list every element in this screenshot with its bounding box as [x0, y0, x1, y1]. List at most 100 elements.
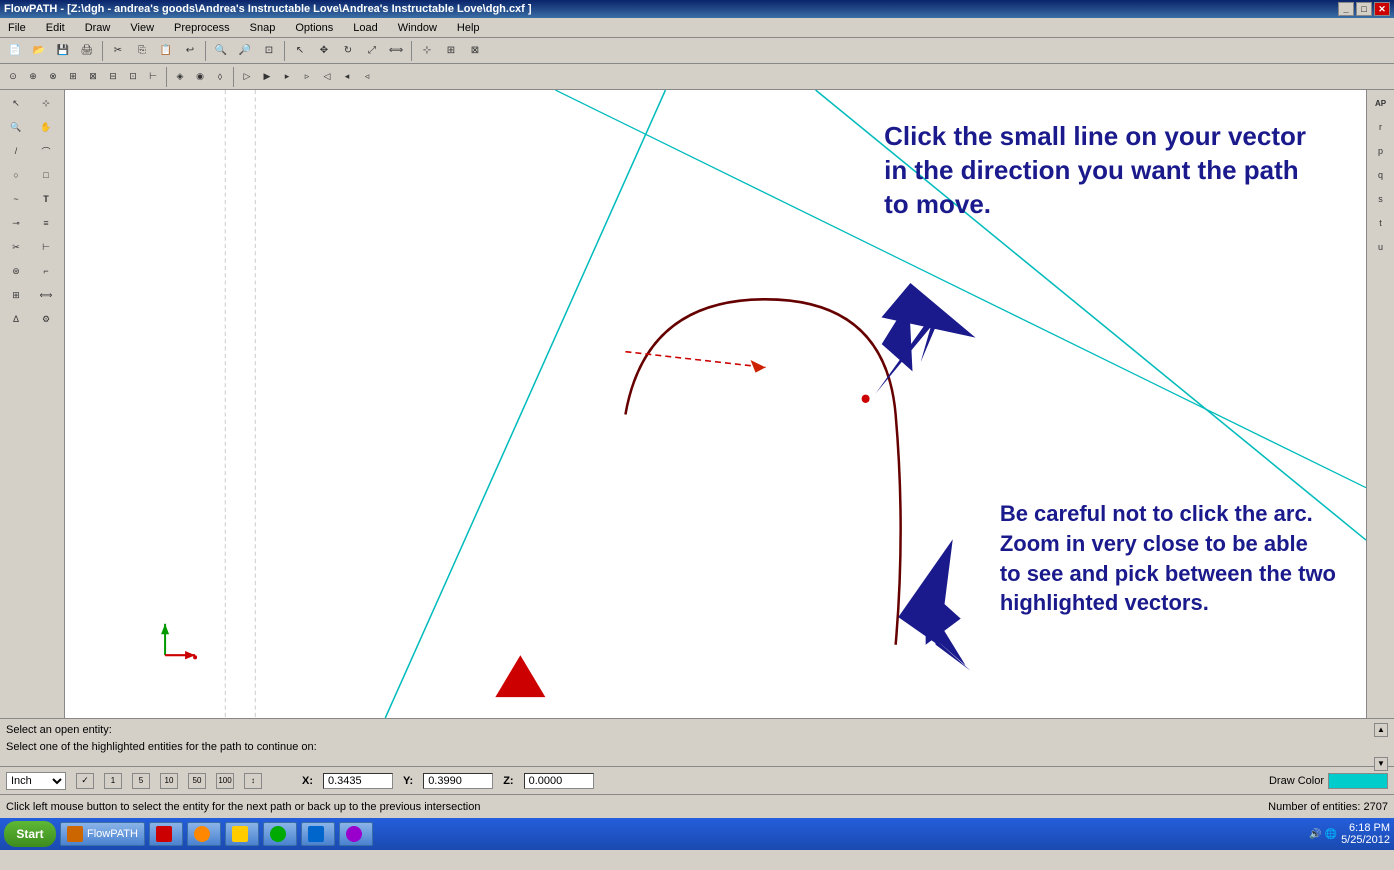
tb-tool3[interactable]: ⊠: [464, 40, 486, 62]
tool-array[interactable]: ⊞: [2, 284, 30, 306]
snap-insert[interactable]: ◉: [191, 66, 209, 88]
rotate-button[interactable]: ↻: [337, 40, 359, 62]
tb2-tool3[interactable]: ▸: [278, 66, 296, 88]
taskbar-flowpath[interactable]: FlowPATH: [60, 822, 145, 846]
tool-zoom[interactable]: 🔍: [2, 116, 30, 138]
tool-circle[interactable]: ○: [2, 164, 30, 186]
snap-50[interactable]: 50: [188, 773, 206, 789]
taskbar-app4[interactable]: [225, 822, 259, 846]
menu-load[interactable]: Load: [349, 20, 381, 36]
canvas-area[interactable]: Click the small line on your vector in t…: [65, 90, 1366, 718]
paste-button[interactable]: 📋: [155, 40, 177, 62]
mirror-button[interactable]: ⟺: [385, 40, 407, 62]
snap-1[interactable]: 1: [104, 773, 122, 789]
snap-perpend[interactable]: ⊢: [144, 66, 162, 88]
start-button[interactable]: Start: [4, 821, 56, 847]
tool-rect[interactable]: □: [32, 164, 60, 186]
tool-mirror[interactable]: ⟺: [32, 284, 60, 306]
tb2-tool5[interactable]: ◁: [318, 66, 336, 88]
snap-arrow[interactable]: ↕: [244, 773, 262, 789]
tb-tool2[interactable]: ⊞: [440, 40, 462, 62]
tool-t[interactable]: Δ: [2, 308, 30, 330]
rs-s[interactable]: s: [1367, 188, 1394, 210]
save-button[interactable]: 💾: [52, 40, 74, 62]
menu-draw[interactable]: Draw: [81, 20, 115, 36]
snap-grid[interactable]: ⊞: [64, 66, 82, 88]
snap-endpoint[interactable]: ⊙: [4, 66, 22, 88]
menu-file[interactable]: File: [4, 20, 30, 36]
taskbar-app6[interactable]: [301, 822, 335, 846]
tool-node[interactable]: ⊹: [32, 92, 60, 114]
tb-tool1[interactable]: ⊹: [416, 40, 438, 62]
tb2-tool4[interactable]: ▹: [298, 66, 316, 88]
zoom-in-button[interactable]: 🔍: [210, 40, 232, 62]
menu-snap[interactable]: Snap: [246, 20, 280, 36]
snap-5[interactable]: 5: [132, 773, 150, 789]
undo-button[interactable]: ↩: [179, 40, 201, 62]
tool-attr[interactable]: ⚙: [32, 308, 60, 330]
side-row-1: ↖ ⊹: [2, 92, 62, 114]
zoom-fit-button[interactable]: ⊡: [258, 40, 280, 62]
snap-intersect[interactable]: ⊠: [84, 66, 102, 88]
snap-midpoint[interactable]: ⊕: [24, 66, 42, 88]
rs-q[interactable]: q: [1367, 164, 1394, 186]
tool-select[interactable]: ↖: [2, 92, 30, 114]
rs-t[interactable]: t: [1367, 212, 1394, 234]
minimize-button[interactable]: _: [1338, 2, 1354, 16]
tool-arc[interactable]: ⌒: [32, 140, 60, 162]
menu-help[interactable]: Help: [453, 20, 484, 36]
select-button[interactable]: ↖: [289, 40, 311, 62]
snap-node[interactable]: ◊: [211, 66, 229, 88]
print-button[interactable]: 🖨: [76, 40, 98, 62]
menu-preprocess[interactable]: Preprocess: [170, 20, 234, 36]
move-button[interactable]: ✥: [313, 40, 335, 62]
tool-hatch[interactable]: ≡: [32, 212, 60, 234]
snap-check[interactable]: ✓: [76, 773, 94, 789]
snap-center[interactable]: ⊗: [44, 66, 62, 88]
snap-100[interactable]: 100: [216, 773, 234, 789]
rs-ap[interactable]: AP: [1367, 92, 1394, 114]
unit-select[interactable]: Inch mm cm: [6, 772, 66, 790]
tool-offset[interactable]: ⊛: [2, 260, 30, 282]
rs-u[interactable]: u: [1367, 236, 1394, 258]
tool-line[interactable]: /: [2, 140, 30, 162]
tb2-tool2[interactable]: ▶: [258, 66, 276, 88]
copy-button[interactable]: ⎘: [131, 40, 153, 62]
new-button[interactable]: 📄: [4, 40, 26, 62]
cut-button[interactable]: ✂: [107, 40, 129, 62]
tool-trim[interactable]: ✂: [2, 236, 30, 258]
taskbar-app2[interactable]: [149, 822, 183, 846]
draw-color-box[interactable]: [1328, 773, 1388, 789]
menu-view[interactable]: View: [126, 20, 158, 36]
tb2-tool1[interactable]: ▷: [238, 66, 256, 88]
maximize-button[interactable]: □: [1356, 2, 1372, 16]
tool-extend[interactable]: ⊢: [32, 236, 60, 258]
tb2-tool7[interactable]: ◃: [358, 66, 376, 88]
snap-10[interactable]: 10: [160, 773, 178, 789]
open-button[interactable]: 📂: [28, 40, 50, 62]
snap-tangent[interactable]: ⊡: [124, 66, 142, 88]
taskbar-app3[interactable]: [187, 822, 221, 846]
tool-text[interactable]: T: [32, 188, 60, 210]
tool-spline[interactable]: ~: [2, 188, 30, 210]
close-button[interactable]: ✕: [1374, 2, 1390, 16]
menu-window[interactable]: Window: [394, 20, 441, 36]
side-row-7: ✂ ⊢: [2, 236, 62, 258]
tool-fillet[interactable]: ⌐: [32, 260, 60, 282]
zoom-out-button[interactable]: 🔎: [234, 40, 256, 62]
scroll-down[interactable]: ▼: [1374, 757, 1388, 771]
rs-r[interactable]: r: [1367, 116, 1394, 138]
taskbar-app5[interactable]: [263, 822, 297, 846]
snap-nearest[interactable]: ⊟: [104, 66, 122, 88]
sep4: [411, 41, 412, 61]
tb2-tool6[interactable]: ◂: [338, 66, 356, 88]
tool-dim[interactable]: ⊸: [2, 212, 30, 234]
menu-edit[interactable]: Edit: [42, 20, 69, 36]
rs-p[interactable]: p: [1367, 140, 1394, 162]
snap-quad[interactable]: ◈: [171, 66, 189, 88]
scale-button[interactable]: ⤢: [361, 40, 383, 62]
menu-options[interactable]: Options: [291, 20, 337, 36]
taskbar-app7[interactable]: [339, 822, 373, 846]
scroll-up[interactable]: ▲: [1374, 723, 1388, 737]
tool-pan[interactable]: ✋: [32, 116, 60, 138]
